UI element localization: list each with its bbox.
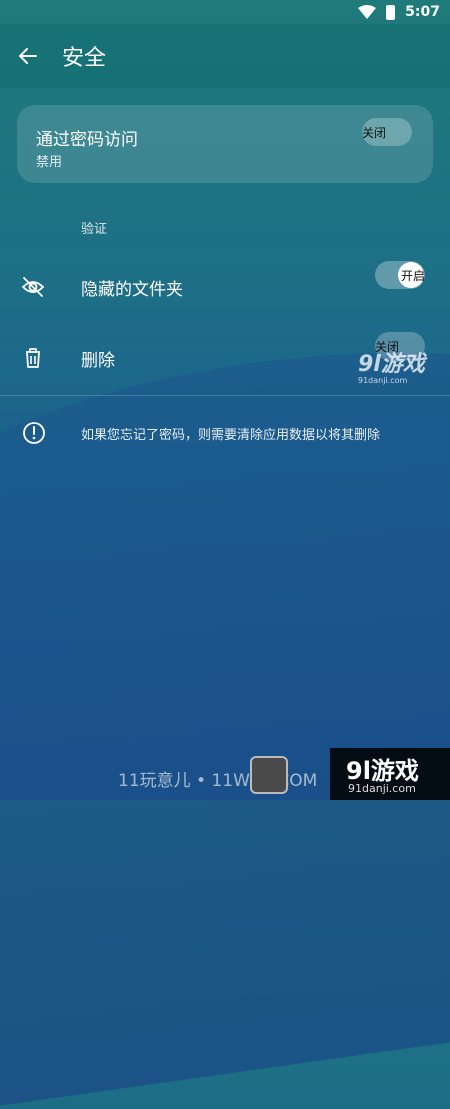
password-access-status: 禁用 (36, 155, 63, 170)
brand-watermark: 9l游戏 91danji.com (330, 748, 450, 800)
arrow-left-icon (19, 48, 37, 64)
info-row: 如果您忘记了密码，则需要清除应用数据以将其删除 (0, 418, 450, 448)
password-access-card[interactable]: 通过密码访问 禁用 关闭 (17, 105, 433, 183)
section-header-verify: 验证 (81, 222, 108, 237)
battery-icon (386, 4, 396, 20)
eye-off-icon (21, 277, 45, 297)
hidden-folder-toggle[interactable]: 开启 (375, 261, 425, 289)
delete-label: 删除 (81, 350, 115, 371)
password-access-toggle[interactable]: 关闭 (362, 118, 412, 146)
brand-watermark-domain: 91danji.com (348, 782, 416, 795)
info-text: 如果您忘记了密码，则需要清除应用数据以将其删除 (81, 428, 381, 443)
watermark-domain: 91danji.com (358, 376, 408, 385)
toggle-state-label: 关闭 (362, 126, 387, 140)
app-bar: 安全 (0, 24, 450, 88)
hidden-folder-label: 隐藏的文件夹 (81, 279, 183, 300)
status-bar: 5:07 (0, 0, 450, 24)
brand-watermark-logo: 9l游戏 (346, 757, 419, 785)
watermark-logo-text: 9l游戏 (358, 352, 425, 377)
trash-icon (26, 348, 40, 368)
divider (0, 395, 450, 396)
page-title: 安全 (62, 46, 107, 71)
toggle-state-label: 开启 (401, 269, 426, 283)
status-time: 5:07 (405, 4, 440, 20)
password-access-title: 通过密码访问 (36, 130, 138, 150)
info-icon (23, 422, 45, 444)
hidden-folder-row[interactable]: 隐藏的文件夹 开启 (0, 257, 450, 317)
footer-watermark: 11玩意儿 • 11WYX.COM 9l游戏 91danji.com (0, 748, 450, 800)
back-button[interactable] (0, 28, 56, 84)
watermark-logo: 9l游戏 91danji.com (358, 346, 425, 385)
footer-logo-icon (250, 756, 288, 794)
wifi-icon (358, 5, 377, 19)
